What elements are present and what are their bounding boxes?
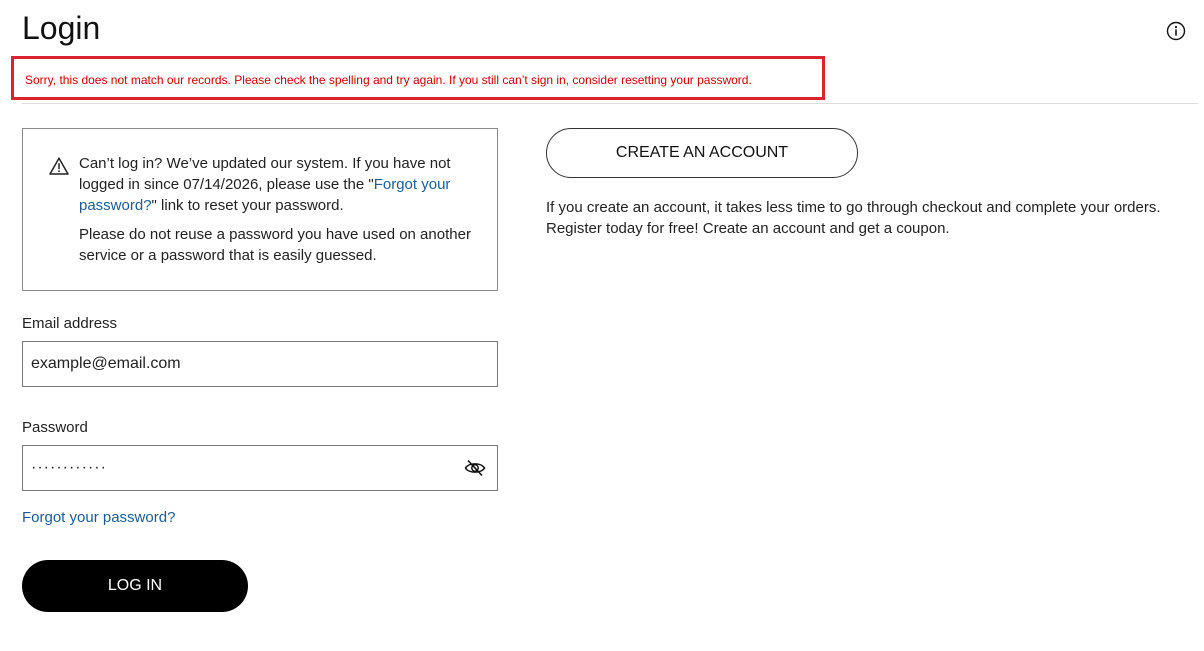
system-notice-box: Can’t log in? We’ve updated our system. … bbox=[22, 128, 498, 291]
notice-paragraph-2: Please do not reuse a password you have … bbox=[79, 226, 471, 264]
info-circle-icon[interactable] bbox=[1166, 21, 1186, 41]
login-button[interactable]: LOG IN bbox=[22, 560, 248, 612]
password-field-wrapper bbox=[22, 445, 498, 491]
page-title: Login bbox=[22, 10, 101, 46]
error-message: Sorry, this does not match our records. … bbox=[25, 73, 752, 87]
eye-slash-icon[interactable] bbox=[464, 459, 486, 477]
forgot-password-link[interactable]: Forgot your password? bbox=[22, 509, 175, 526]
warning-triangle-icon bbox=[49, 157, 69, 175]
email-field-wrapper bbox=[22, 341, 498, 387]
notice-paragraph-1: Can’t log in? We’ve updated our system. … bbox=[79, 153, 479, 216]
password-field[interactable] bbox=[23, 446, 497, 490]
header-divider bbox=[22, 103, 1198, 104]
password-label: Password bbox=[22, 419, 88, 436]
email-label: Email address bbox=[22, 315, 118, 332]
error-message-box: Sorry, this does not match our records. … bbox=[11, 56, 825, 100]
create-account-description: If you create an account, it takes less … bbox=[546, 199, 1161, 237]
email-field[interactable] bbox=[23, 342, 497, 386]
create-account-button[interactable]: CREATE AN ACCOUNT bbox=[546, 128, 858, 178]
notice-text-after-link: " link to reset your password. bbox=[151, 197, 344, 214]
login-page: Login Sorry, this does not match our rec… bbox=[0, 0, 1204, 651]
